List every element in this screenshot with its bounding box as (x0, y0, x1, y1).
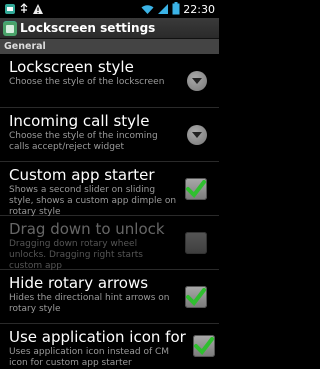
warning-icon (32, 0, 44, 19)
pref-use-application-icon[interactable]: Use application icon for Uses applicatio… (0, 324, 219, 368)
pref-hide-rotary-arrows[interactable]: Hide rotary arrows Hides the directional… (0, 270, 219, 324)
page-title: Lockscreen settings (20, 21, 156, 35)
app-notification-icon (4, 0, 16, 19)
pref-custom-app-starter[interactable]: Custom app starter Shows a second slider… (0, 162, 219, 217)
pref-title: Incoming call style (9, 112, 150, 130)
pref-summary: Shows a second slider on sliding style, … (9, 185, 177, 217)
pref-title: Custom app starter (9, 166, 155, 184)
pref-incoming-call-style[interactable]: Incoming call style Choose the style of … (0, 108, 219, 162)
checkbox-hide-rotary-arrows[interactable] (185, 285, 207, 308)
signal-icon (157, 0, 169, 19)
usb-icon (18, 0, 30, 19)
pref-summary: Dragging down rotary wheel unlocks. Drag… (9, 239, 143, 271)
settings-app-icon (3, 21, 17, 36)
title-bar: Lockscreen settings (0, 18, 219, 39)
checkmark-icon (186, 287, 206, 306)
pref-summary: Uses application icon instead of CM icon… (9, 347, 170, 368)
checkbox-drag-down-to-unlock (185, 231, 207, 254)
battery-icon (172, 0, 180, 19)
status-bar: 22:30 (0, 0, 219, 18)
pref-title: Hide rotary arrows (9, 274, 149, 292)
pref-drag-down-to-unlock: Drag down to unlock Dragging down rotary… (0, 216, 219, 271)
wifi-icon (141, 0, 154, 19)
notification-icons (4, 0, 44, 19)
checkbox-use-application-icon[interactable] (193, 335, 215, 357)
checkbox-custom-app-starter[interactable] (185, 177, 207, 200)
pref-summary: Choose the style of the incoming calls a… (9, 131, 158, 152)
pref-lockscreen-style[interactable]: Lockscreen style Choose the style of the… (0, 54, 219, 108)
checkmark-icon (194, 337, 214, 355)
status-right: 22:30 (141, 0, 215, 18)
pref-summary: Choose the style of the lockscreen (9, 77, 165, 87)
dropdown-arrow-icon[interactable] (187, 70, 207, 91)
clock: 22:30 (183, 2, 215, 16)
pref-summary: Hides the directional hint arrows on rot… (9, 293, 170, 314)
section-header-general: General (0, 39, 219, 54)
pref-title: Lockscreen style (9, 58, 134, 76)
dropdown-arrow-icon[interactable] (187, 124, 207, 145)
checkmark-icon (186, 179, 206, 198)
pref-title: Use application icon for (9, 328, 186, 346)
pref-title: Drag down to unlock (9, 220, 165, 238)
